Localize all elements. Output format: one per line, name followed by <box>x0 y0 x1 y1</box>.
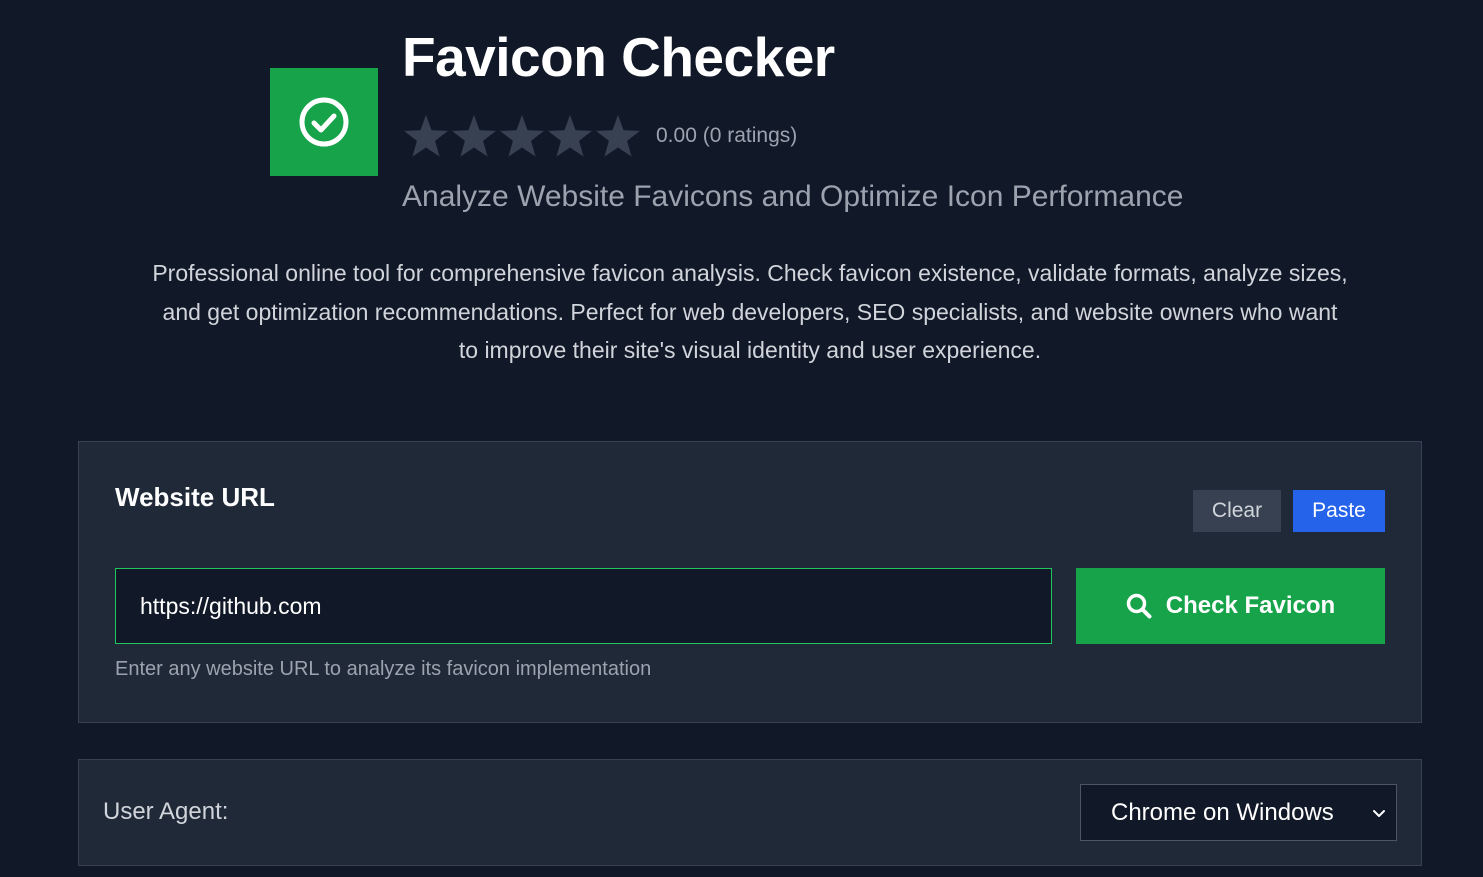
page-title: Favicon Checker <box>402 26 835 88</box>
page-subtitle: Analyze Website Favicons and Optimize Ic… <box>402 180 1184 213</box>
user-agent-selected: Chrome on Windows <box>1111 798 1334 826</box>
star-icon[interactable] <box>546 112 594 160</box>
url-hint: Enter any website URL to analyze its fav… <box>115 658 652 680</box>
check-favicon-button[interactable]: Check Favicon <box>1076 568 1385 644</box>
url-card-title: Website URL <box>115 482 275 512</box>
check-favicon-label: Check Favicon <box>1165 592 1336 619</box>
page-description: Professional online tool for comprehensi… <box>152 260 1348 363</box>
url-input[interactable] <box>115 568 1052 644</box>
user-agent-label: User Agent: <box>103 798 229 825</box>
rating: 0.00 (0 ratings) <box>402 112 797 160</box>
chevron-down-icon <box>1373 809 1385 817</box>
star-icon[interactable] <box>498 112 546 160</box>
rating-stars[interactable] <box>402 112 642 160</box>
rating-value: 0.00 (0 ratings) <box>656 124 798 147</box>
star-icon[interactable] <box>594 112 642 160</box>
user-agent-select[interactable]: Chrome on Windows <box>1080 784 1397 841</box>
star-icon[interactable] <box>450 112 498 160</box>
clear-button[interactable]: Clear <box>1193 490 1281 532</box>
check-circle-icon <box>299 97 349 147</box>
star-icon[interactable] <box>402 112 450 160</box>
url-card: Website URL Clear Paste Check Favicon En… <box>78 441 1422 723</box>
app-logo <box>270 68 378 176</box>
search-icon <box>1126 593 1152 619</box>
user-agent-card: User Agent: Chrome on Windows <box>78 759 1422 866</box>
paste-button[interactable]: Paste <box>1293 490 1385 532</box>
